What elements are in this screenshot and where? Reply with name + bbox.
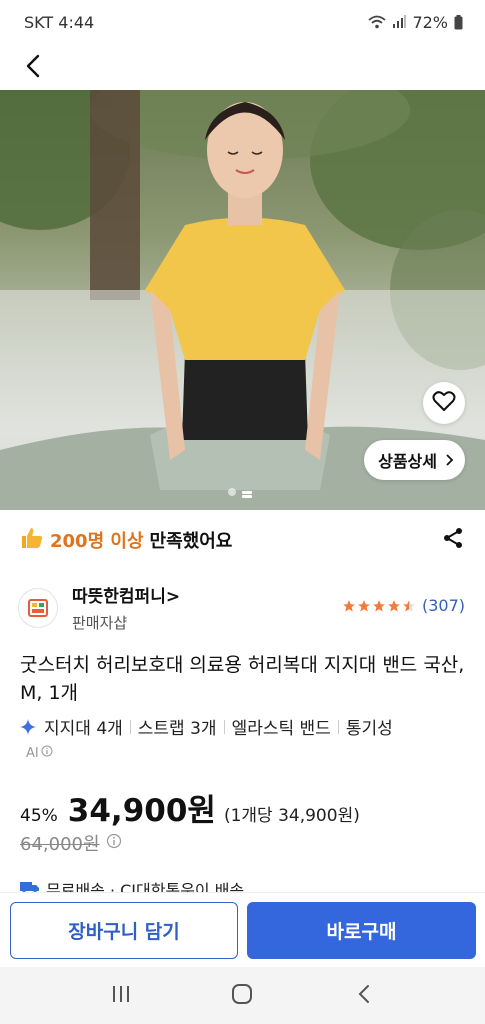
wishlist-button[interactable] xyxy=(423,382,465,424)
home-button[interactable] xyxy=(222,976,262,1016)
recent-apps-button[interactable] xyxy=(101,976,141,1016)
system-nav-bar xyxy=(0,967,485,1024)
seller-chevron: > xyxy=(165,587,181,607)
back-button[interactable] xyxy=(14,50,52,86)
tag-divider xyxy=(337,719,339,734)
status-indicators: 72% xyxy=(368,13,463,32)
satisfaction-suffix: 만족했어요 xyxy=(149,531,233,552)
product-title: 굿스터치 허리보호대 의료용 허리복대 지지대 밴드 국산, M, 1개 xyxy=(20,654,465,704)
tag-divider xyxy=(223,719,225,734)
satisfaction-banner: 200명 이상 만족했어요 xyxy=(20,522,465,558)
product-detail-button[interactable]: 상품상세 xyxy=(364,440,465,480)
seller-subtitle: 판매자샵 xyxy=(72,614,128,632)
tag-divider xyxy=(129,719,131,734)
home-icon xyxy=(231,983,253,1009)
heart-icon xyxy=(432,390,456,416)
star-rating xyxy=(342,599,416,613)
carousel-dot xyxy=(228,488,236,496)
tag-item: 스트랩 3개 xyxy=(137,719,217,739)
star-icon xyxy=(343,599,355,612)
ai-label: AI xyxy=(26,745,39,761)
rating[interactable]: (307) xyxy=(342,596,465,615)
tag-item: 엘라스틱 밴드 xyxy=(231,719,331,739)
seller-logo-icon xyxy=(28,599,48,617)
sale-price: 34,900원 xyxy=(67,793,216,829)
star-half-icon xyxy=(403,599,415,612)
recent-apps-icon xyxy=(111,985,131,1007)
original-price: 64,000원 xyxy=(20,834,100,855)
chevron-right-icon xyxy=(445,451,454,470)
review-count: (307) xyxy=(421,596,465,615)
satisfaction-count: 200명 이상 xyxy=(50,531,144,552)
back-icon xyxy=(358,984,370,1008)
price-row: 45% 34,900원 (1개당 34,900원) xyxy=(20,785,360,830)
tag-item: 지지대 4개 xyxy=(44,719,123,739)
price-info-icon[interactable] xyxy=(106,833,122,853)
top-bar xyxy=(0,44,485,90)
carousel-indicator xyxy=(228,488,252,496)
ai-info[interactable]: AI xyxy=(26,745,53,761)
bottom-action-bar: 장바구니 담기 바로구매 xyxy=(0,892,485,967)
back-arrow-icon xyxy=(25,54,41,82)
share-icon[interactable] xyxy=(441,526,465,554)
star-icon xyxy=(373,599,385,612)
status-bar: SKT 4:44 72% xyxy=(0,0,485,44)
seller-section: 따뜻한컴퍼니> 판매자샵 (307) xyxy=(18,580,467,634)
battery-icon xyxy=(454,14,463,30)
original-price-row: 64,000원 xyxy=(20,830,122,856)
thumbs-up-icon xyxy=(20,526,44,555)
star-icon xyxy=(358,599,370,612)
signal-icon xyxy=(392,15,407,29)
detail-button-label: 상품상세 xyxy=(378,452,437,471)
seller-name-link[interactable]: 따뜻한컴퍼니> xyxy=(72,582,180,607)
buy-now-button[interactable]: 바로구매 xyxy=(247,902,476,959)
unit-price: (1개당 34,900원) xyxy=(223,806,360,826)
tag-item: 통기성 xyxy=(345,719,393,739)
sparkle-icon xyxy=(20,718,36,735)
add-to-cart-button[interactable]: 장바구니 담기 xyxy=(10,902,238,959)
ai-feature-tags: 지지대 4개 스트랩 3개 엘라스틱 밴드 통기성 xyxy=(20,714,475,739)
info-icon xyxy=(41,745,53,761)
product-page: SKT 4:44 72% 상품상세 200명 이상 만족했어요 따뜻한컴퍼니> … xyxy=(0,0,485,1024)
carousel-dot-active xyxy=(242,490,252,494)
system-back-button[interactable] xyxy=(344,976,384,1016)
product-image-carousel[interactable]: 상품상세 xyxy=(0,90,485,510)
satisfaction-text: 200명 이상 만족했어요 xyxy=(20,526,232,555)
star-icon xyxy=(388,599,400,612)
seller-logo[interactable] xyxy=(18,588,58,628)
seller-name: 따뜻한컴퍼니 xyxy=(72,587,166,607)
battery-percent: 72% xyxy=(412,12,448,32)
carrier-time: SKT 4:44 xyxy=(24,12,95,32)
wifi-icon xyxy=(368,15,387,29)
discount-rate: 45% xyxy=(20,806,58,826)
